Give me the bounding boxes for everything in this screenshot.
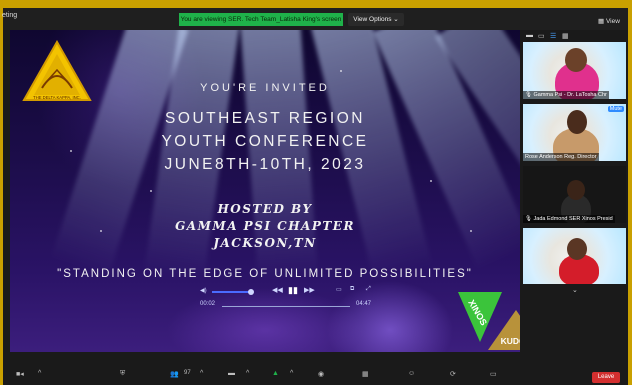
expand-icon[interactable]: ⤢ bbox=[366, 286, 371, 293]
meeting-title: eting bbox=[2, 12, 18, 19]
meeting-toolbar bbox=[3, 366, 628, 385]
slide-title-line1: SOUTHEAST REGION bbox=[165, 110, 365, 127]
view-options-label: View Options bbox=[353, 16, 392, 23]
participant-name: 🎙 Gamma Psi - Dr. LaTosha Chr bbox=[523, 91, 609, 99]
participants-icon[interactable]: 👥 bbox=[170, 370, 179, 378]
chevron-down-icon: ⌄ bbox=[393, 16, 399, 23]
volume-slider-knob[interactable] bbox=[248, 289, 254, 295]
mic-icon: 🎙 bbox=[525, 216, 532, 222]
subtitles-icon[interactable]: ▭ bbox=[336, 286, 342, 293]
chat-icon[interactable]: ▬ bbox=[228, 370, 235, 377]
view-button-label: View bbox=[605, 18, 620, 25]
sparkle bbox=[150, 190, 152, 192]
slide-slogan: "STANDING ON THE EDGE OF UNLIMITED POSSI… bbox=[57, 268, 473, 280]
participant-tile[interactable]: 🎙 Jada Edmond SER Xinos Presid bbox=[523, 166, 626, 223]
rewind-icon[interactable]: ◀◀ bbox=[272, 286, 283, 294]
apps-icon[interactable]: ▦ bbox=[362, 370, 369, 378]
volume-slider-track[interactable] bbox=[212, 291, 250, 293]
slide-title-line2: YOUTH CONFERENCE bbox=[161, 133, 369, 150]
view-options-button[interactable]: View Options ⌄ bbox=[348, 13, 404, 26]
gold-frame-left bbox=[0, 0, 3, 385]
participants-count: 97 bbox=[184, 370, 191, 376]
strip-view-icon[interactable]: ☰ bbox=[550, 32, 556, 40]
gold-frame-top bbox=[0, 0, 632, 8]
video-camera-icon[interactable]: ■◂ bbox=[16, 370, 24, 378]
participant-face bbox=[567, 110, 587, 134]
minimize-icon[interactable]: ▬ bbox=[526, 32, 533, 39]
record-icon[interactable]: ◉ bbox=[318, 370, 324, 378]
mic-icon: 🎙 bbox=[525, 92, 532, 98]
chat-chevron-icon[interactable]: ^ bbox=[246, 370, 249, 377]
slide-title-line3: JUNE8TH-10TH, 2023 bbox=[164, 156, 366, 173]
slide-host-line3: JACKSON,TN bbox=[213, 236, 317, 250]
participant-name: Rose Anderson Reg. Director bbox=[523, 153, 599, 161]
xinos-kudos-badge: XINOS KUDOS bbox=[458, 292, 520, 350]
mute-tag[interactable]: Mute bbox=[607, 106, 624, 112]
video-options-chevron-icon[interactable]: ^ bbox=[38, 370, 41, 377]
gold-frame-right bbox=[628, 0, 632, 385]
participants-gallery: ▬ ▭ ☰ ▦ 🎙 Gamma Psi - Dr. LaTosha Chr Mu… bbox=[520, 30, 628, 354]
sparkle bbox=[430, 180, 432, 182]
slide-invited-text: YOU'RE INVITED bbox=[200, 82, 330, 94]
reactions-icon[interactable]: ☺ bbox=[408, 370, 415, 377]
participant-face bbox=[567, 238, 587, 260]
picture-in-picture-icon[interactable]: ⧉ bbox=[350, 286, 354, 293]
scroll-down-chevron-icon[interactable]: ⌄ bbox=[572, 286, 578, 294]
shared-screen: THE DELTA KAPPA, INC. YOU'RE INVITED SOU… bbox=[10, 30, 520, 352]
share-chevron-icon[interactable]: ^ bbox=[290, 370, 293, 377]
participant-face bbox=[567, 180, 585, 200]
participant-tile[interactable] bbox=[523, 228, 626, 284]
badge-bottom-text: KUDOS bbox=[501, 336, 520, 346]
more-icon[interactable]: ▭ bbox=[490, 370, 497, 378]
participant-tile[interactable]: Mute Rose Anderson Reg. Director bbox=[523, 104, 626, 161]
participants-chevron-icon[interactable]: ^ bbox=[200, 370, 203, 377]
seek-bar[interactable] bbox=[222, 306, 350, 307]
participant-name-text: Gamma Psi - Dr. LaTosha Chr bbox=[533, 92, 607, 98]
total-time: 04:47 bbox=[356, 301, 372, 307]
participant-face bbox=[565, 48, 587, 72]
participant-tile[interactable]: 🎙 Gamma Psi - Dr. LaTosha Chr bbox=[523, 42, 626, 99]
media-player-controls: ◀) ◀◀ ▮▮ ▶▶ ▭ ⧉ ⤢ 00:02 04:47 bbox=[200, 282, 380, 312]
grid-view-icon: ▦ bbox=[598, 18, 605, 25]
current-time: 00:02 bbox=[200, 301, 216, 307]
whiteboard-icon[interactable]: ⟳ bbox=[450, 370, 456, 378]
fast-forward-icon[interactable]: ▶▶ bbox=[304, 286, 315, 294]
view-button[interactable]: ▦ View bbox=[598, 17, 620, 25]
volume-icon[interactable]: ◀) bbox=[200, 287, 207, 294]
logo-text: THE DELTA KAPPA, INC. bbox=[33, 95, 81, 100]
participant-name-text: Jada Edmond SER Xinos Presid bbox=[533, 216, 613, 222]
grid-view-icon[interactable]: ▦ bbox=[562, 32, 569, 40]
screen-share-banner: You are viewing SER. Tech Team_Latisha K… bbox=[179, 13, 343, 26]
gallery-controls: ▬ ▭ ☰ ▦ bbox=[520, 30, 628, 40]
single-speaker-icon[interactable]: ▭ bbox=[538, 32, 545, 40]
participant-name-text: Rose Anderson Reg. Director bbox=[525, 154, 597, 160]
pause-icon[interactable]: ▮▮ bbox=[288, 285, 298, 296]
sparkle bbox=[340, 70, 342, 72]
slide-host-line1: HOSTED BY bbox=[217, 202, 313, 216]
share-screen-icon[interactable]: ▲ bbox=[272, 370, 279, 377]
leave-button[interactable]: Leave bbox=[592, 372, 620, 383]
slide-host-line2: GAMMA PSI CHAPTER bbox=[175, 219, 355, 233]
security-shield-icon[interactable]: ⛨ bbox=[120, 370, 125, 378]
participant-name: 🎙 Jada Edmond SER Xinos Presid bbox=[523, 215, 615, 223]
